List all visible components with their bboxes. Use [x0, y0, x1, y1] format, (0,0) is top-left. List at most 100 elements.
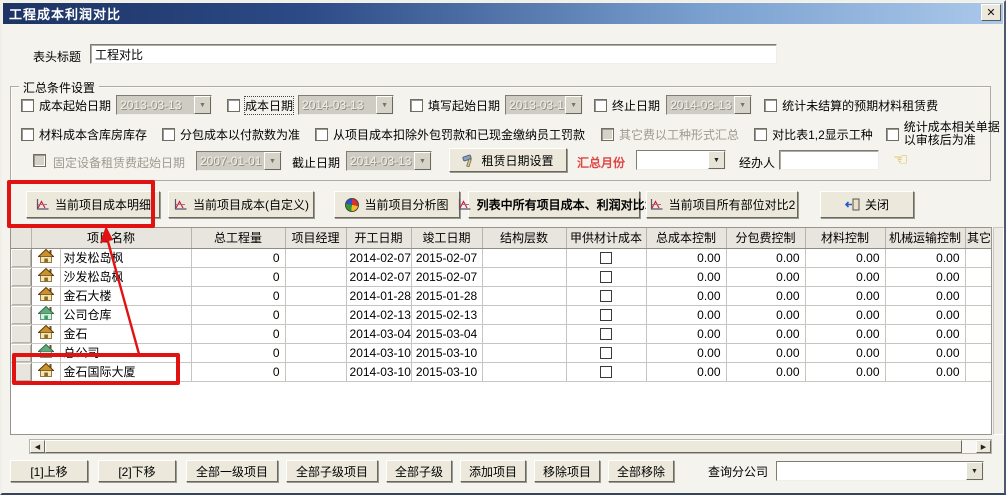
current-project-cost-custom-button[interactable]: 当前项目成本(自定义) — [168, 191, 314, 218]
row-selector[interactable] — [11, 267, 31, 286]
all-projects-cost-profit-compare1-button[interactable]: 列表中所有项目成本、利润对比1 — [468, 191, 640, 218]
compare-table-worktype-checkbox[interactable] — [754, 128, 767, 141]
col-subcontract-control[interactable]: 分包费控制 — [726, 228, 805, 248]
all-sub-levels-button[interactable]: 全部子级 — [386, 460, 452, 482]
dropdown-arrow-icon[interactable]: ▼ — [264, 152, 281, 170]
material-stock-checkbox[interactable] — [21, 128, 34, 141]
col-project-name[interactable]: 项目名称 — [31, 228, 191, 248]
current-project-parts-compare2-button[interactable]: 当前项目所有部位对比2 — [646, 191, 798, 218]
col-supplied-material-cost[interactable]: 甲供材计成本 — [566, 228, 646, 248]
all-sub-level-projects-button[interactable]: 全部子级项目 — [286, 460, 378, 482]
unsettled-rental-checkbox[interactable] — [764, 99, 777, 112]
all-top-level-projects-button[interactable]: 全部一级项目 — [186, 460, 278, 482]
remove-project-button[interactable]: 移除项目 — [534, 460, 600, 482]
col-structure-floors[interactable]: 结构层数 — [482, 228, 566, 248]
hand-pointer-icon: ☜ — [893, 151, 908, 168]
cost-date-combo[interactable]: 2014-03-13 ▼ — [298, 95, 394, 115]
scroll-right-button[interactable]: ▶ — [976, 440, 991, 453]
other-cell — [965, 324, 992, 343]
agent-label: 经办人 — [739, 154, 775, 171]
row-selector[interactable] — [11, 343, 31, 362]
cutoff-date-combo[interactable]: 2014-03-13 ▼ — [346, 151, 432, 171]
header-title-input[interactable] — [90, 44, 777, 64]
supplied-material-checkbox[interactable] — [600, 347, 612, 359]
supplied-material-checkbox[interactable] — [600, 290, 612, 302]
row-selector[interactable] — [11, 362, 31, 381]
end-date-checkbox[interactable] — [594, 99, 607, 112]
table-row[interactable]: 金石国际大厦 0 2014-03-10 2015-03-10 0.00 0.00… — [11, 362, 992, 381]
col-total-cost-control[interactable]: 总成本控制 — [646, 228, 726, 248]
fill-start-date-combo[interactable]: 2013-03-13 ▼ — [505, 95, 583, 115]
supplied-material-checkbox[interactable] — [600, 271, 612, 283]
col-total-quantity[interactable]: 总工程量 — [191, 228, 285, 248]
equipment-rental-start-combo[interactable]: 2007-01-01 ▼ — [196, 151, 282, 171]
table-row[interactable]: 公司仓库 0 2014-02-13 2015-02-13 0.00 0.00 0… — [11, 305, 992, 324]
header-row-selector — [11, 228, 31, 248]
col-material-control[interactable]: 材料控制 — [805, 228, 885, 248]
combo-value: 2014-03-13 — [299, 96, 376, 114]
supplied-material-checkbox[interactable] — [600, 252, 612, 264]
add-project-button[interactable]: 添加项目 — [460, 460, 526, 482]
close-dialog-button[interactable]: 关闭 — [820, 191, 914, 218]
material-control-cell: 0.00 — [805, 305, 885, 324]
dropdown-arrow-icon[interactable]: ▼ — [734, 96, 751, 114]
other-cell — [965, 305, 992, 324]
dropdown-arrow-icon[interactable]: ▼ — [565, 96, 582, 114]
fill-start-date-checkbox[interactable] — [410, 99, 423, 112]
move-down-button[interactable]: [2]下移 — [98, 460, 176, 482]
structure-floors-cell — [482, 324, 566, 343]
rental-date-settings-button[interactable]: 租赁日期设置 — [449, 148, 567, 172]
material-control-cell: 0.00 — [805, 362, 885, 381]
row-selector[interactable] — [11, 324, 31, 343]
scroll-left-button[interactable]: ◀ — [30, 440, 45, 453]
table-row[interactable]: 总公司 0 2014-03-10 2015-03-10 0.00 0.00 0.… — [11, 343, 992, 362]
row-selector[interactable] — [11, 305, 31, 324]
current-project-cost-detail-button[interactable]: 当前项目成本明细 — [26, 191, 160, 218]
table-row[interactable]: 对发松岛枫 0 2014-02-07 2015-02-07 0.00 0.00 … — [11, 248, 992, 267]
deduct-penalty-checkbox[interactable] — [315, 128, 328, 141]
subcontract-control-cell: 0.00 — [726, 286, 805, 305]
supplied-material-checkbox[interactable] — [600, 366, 612, 378]
dropdown-arrow-icon[interactable]: ▼ — [194, 96, 211, 114]
dropdown-arrow-icon[interactable]: ▼ — [414, 152, 431, 170]
cost-date-checkbox[interactable] — [227, 99, 240, 112]
horizontal-scrollbar[interactable]: ◀ ▶ — [29, 439, 992, 454]
col-project-manager[interactable]: 项目经理 — [285, 228, 346, 248]
subcontract-payment-checkbox[interactable] — [162, 128, 175, 141]
project-name-cell: 对发松岛枫 — [60, 248, 191, 267]
move-up-button[interactable]: [1]上移 — [10, 460, 88, 482]
table-row[interactable]: 沙发松岛枫 0 2014-02-07 2015-02-07 0.00 0.00 … — [11, 267, 992, 286]
end-date-combo[interactable]: 2014-03-13 ▼ — [666, 95, 752, 115]
table-row[interactable]: 金石 0 2014-03-04 2015-03-04 0.00 0.00 0.0… — [11, 324, 992, 343]
project-manager-cell — [285, 267, 346, 286]
dropdown-arrow-icon[interactable]: ▼ — [708, 151, 725, 169]
cost-start-date-combo[interactable]: 2013-03-13 ▼ — [116, 95, 212, 115]
supplied-material-checkbox[interactable] — [600, 328, 612, 340]
material-stock-label: 材料成本含库房库存 — [39, 126, 147, 143]
col-finish-date[interactable]: 竣工日期 — [411, 228, 482, 248]
row-selector[interactable] — [11, 248, 31, 267]
cost-start-date-checkbox[interactable] — [21, 99, 34, 112]
table-row[interactable]: 金石大楼 0 2014-01-28 2015-01-28 0.00 0.00 0… — [11, 286, 992, 305]
equipment-rental-checkbox — [33, 154, 46, 167]
row-selector[interactable] — [11, 286, 31, 305]
current-project-analysis-chart-button[interactable]: 当前项目分析图 — [334, 191, 460, 218]
col-machine-transport-control[interactable]: 机械运输控制 — [885, 228, 965, 248]
branch-query-combo[interactable]: ▼ — [776, 461, 984, 481]
finish-date-cell: 2015-02-13 — [411, 305, 482, 324]
dropdown-arrow-icon[interactable]: ▼ — [966, 462, 983, 480]
supplied-material-checkbox[interactable] — [600, 309, 612, 321]
exit-door-icon — [845, 198, 860, 211]
machine-control-cell: 0.00 — [885, 267, 965, 286]
agent-input[interactable] — [779, 150, 879, 170]
audited-docs-checkbox[interactable] — [886, 128, 899, 141]
start-date-cell: 2014-02-07 — [346, 248, 411, 267]
col-other[interactable]: 其它 — [965, 228, 992, 248]
summary-month-combo[interactable]: ▼ — [636, 150, 726, 170]
scrollbar-thumb[interactable] — [45, 440, 962, 453]
col-start-date[interactable]: 开工日期 — [346, 228, 411, 248]
close-button[interactable]: ✕ — [981, 4, 1001, 21]
dropdown-arrow-icon[interactable]: ▼ — [376, 96, 393, 114]
machine-control-cell: 0.00 — [885, 248, 965, 267]
remove-all-button[interactable]: 全部移除 — [608, 460, 674, 482]
